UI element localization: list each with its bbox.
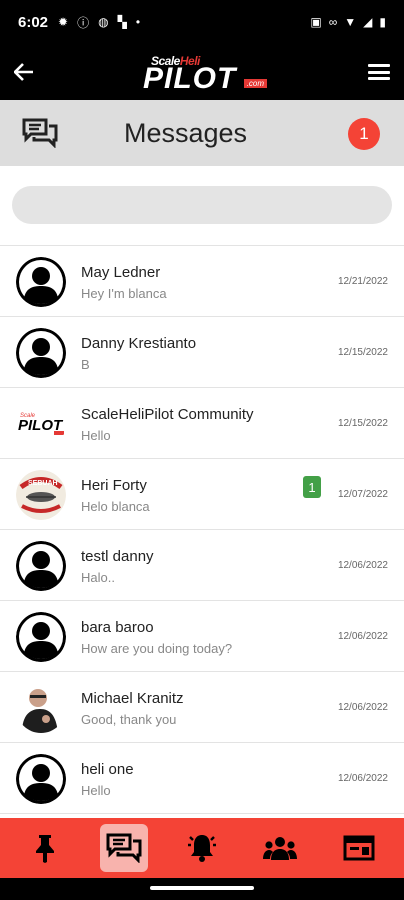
people-icon [263, 837, 298, 860]
avatar [16, 328, 66, 378]
bottom-navigation [0, 818, 404, 878]
browser-window-icon [343, 835, 375, 861]
messages-screen: 6:02 ✹ ⓘ ◍ ▚ • ▣ ∞ ▼ ◢ ▮ ScaleHeli PILOT… [0, 0, 404, 900]
messages-icon [106, 833, 142, 863]
avatar [16, 683, 66, 733]
app-logo: ScaleHeli PILOT .com [141, 50, 271, 95]
conversation-row[interactable]: PILOT Scale ScaleHeliPilot Community Hello 1… [0, 388, 404, 459]
message-date: 12/15/2022 [337, 347, 388, 358]
cast-icon: ▣ [310, 15, 322, 29]
message-date: 12/06/2022 [337, 560, 388, 571]
hamburger-menu-icon[interactable] [368, 64, 390, 80]
svg-text:SEBUAH: SEBUAH [28, 480, 58, 487]
unread-count-badge: 1 [348, 118, 380, 150]
status-system-icons: ▣ ∞ ▼ ◢ ▮ [310, 15, 386, 29]
conversation-row[interactable]: heli one Hello 12/06/2022 [0, 743, 404, 814]
unread-badge: 1 [303, 476, 321, 498]
contact-name: testl danny [81, 548, 154, 565]
messages-header: Messages 1 [0, 100, 404, 166]
contact-name: Danny Krestianto [81, 335, 197, 352]
settings-status-icon: ✹ [58, 15, 69, 29]
wifi-icon: ▼ [344, 15, 357, 29]
dot-status-icon: • [135, 15, 141, 29]
message-date: 12/07/2022 [337, 489, 388, 500]
chat-bubbles-icon [22, 118, 58, 153]
conversation-row[interactable]: Michael Kranitz Good, thank you 12/06/2022 [0, 672, 404, 743]
message-date: 12/06/2022 [337, 702, 388, 713]
message-preview: How are you doing today? [81, 641, 233, 656]
home-indicator[interactable] [150, 886, 254, 890]
battery-icon: ▮ [379, 15, 386, 29]
nav-pins[interactable] [21, 824, 69, 872]
contact-name: Michael Kranitz [81, 690, 184, 707]
message-date: 12/15/2022 [337, 418, 388, 429]
message-preview: Hey I'm blanca [81, 286, 167, 301]
conversation-list: May Ledner Hey I'm blanca 12/21/2022 Danny … [0, 246, 404, 814]
conversation-row[interactable]: testl danny Halo.. 12/06/2022 [0, 530, 404, 601]
search-area [0, 166, 404, 246]
status-time: 6:02 [18, 13, 49, 31]
message-preview: Halo.. [81, 570, 115, 585]
nav-members[interactable] [256, 824, 304, 872]
message-date: 12/21/2022 [337, 276, 388, 287]
avatar [16, 257, 66, 307]
message-date: 12/06/2022 [337, 631, 388, 642]
gesture-bar [0, 878, 404, 900]
avatar [16, 754, 66, 804]
contact-name: bara baroo [81, 619, 154, 636]
signal-icon: ◢ [363, 15, 373, 29]
avatar: SEBUAH [16, 470, 66, 520]
message-preview: Good, thank you [81, 712, 177, 727]
back-arrow-icon[interactable] [13, 57, 44, 88]
message-preview: B [81, 357, 90, 372]
logo-text-pilot: PILOT [143, 62, 237, 95]
message-preview: Hello [81, 428, 111, 443]
alarm-bell-icon [187, 835, 216, 862]
pin-icon [36, 835, 55, 863]
conversation-row[interactable]: May Ledner Hey I'm blanca 12/21/2022 [0, 246, 404, 317]
nav-messages[interactable] [99, 824, 148, 872]
app-bar: ScaleHeli PILOT .com [0, 44, 404, 100]
page-title: Messages [124, 117, 248, 148]
message-preview: Hello [81, 783, 111, 798]
link-icon: ∞ [328, 15, 338, 29]
status-bar: 6:02 ✹ ⓘ ◍ ▚ • ▣ ∞ ▼ ◢ ▮ [0, 0, 404, 44]
svg-text:Scale: Scale [20, 413, 36, 419]
logo-text-com: .com [243, 79, 267, 88]
contact-name: May Ledner [81, 264, 161, 281]
search-input[interactable] [12, 186, 392, 224]
contact-name: Heri Forty [81, 477, 147, 494]
message-preview: Helo blanca [81, 499, 150, 514]
contact-name: ScaleHeliPilot Community [81, 406, 254, 423]
app-status-icon: ▚ [117, 15, 127, 29]
nav-browser[interactable] [335, 824, 383, 872]
conversation-row[interactable]: SEBUAH Heri Forty Helo blanca 1 12/07/2022 [0, 459, 404, 530]
avatar [16, 541, 66, 591]
conversation-row[interactable]: Danny Krestianto B 12/15/2022 [0, 317, 404, 388]
contact-name: heli one [81, 761, 134, 778]
globe-status-icon: ◍ [98, 15, 109, 29]
status-notification-icons: ✹ ⓘ ◍ ▚ • [58, 14, 140, 31]
conversation-row[interactable]: bara baroo How are you doing today? 12/06/… [0, 601, 404, 672]
avatar: PILOT Scale [16, 399, 66, 449]
message-date: 12/06/2022 [337, 773, 388, 784]
nav-alerts[interactable] [178, 824, 226, 872]
info-status-icon: ⓘ [77, 15, 90, 30]
avatar [16, 612, 66, 662]
